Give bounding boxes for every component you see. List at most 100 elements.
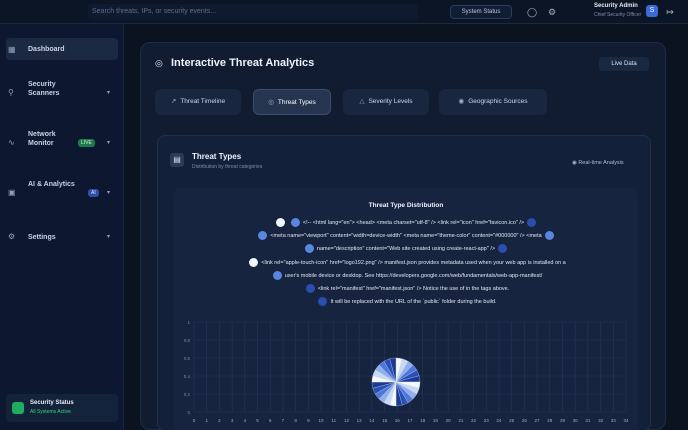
x-tick-label: 24 xyxy=(496,418,502,423)
card-subtitle: Distribution by threat categories xyxy=(192,164,263,170)
x-tick-label: 13 xyxy=(357,418,363,423)
sidebar-item-label: Dashboard xyxy=(28,46,65,53)
tab-geographic-sources[interactable]: ◉ Geographic Sources xyxy=(439,89,547,115)
sidebar: ▦ Dashboard ⚲ Security Scanners ▾ ∿ Netw… xyxy=(0,24,124,430)
globe-icon: ◉ xyxy=(458,98,465,105)
realtime-analysis-label: ◉ Real-time Analysis xyxy=(572,160,624,166)
y-tick-label: 0.4 xyxy=(184,374,191,379)
search-icon: ⚲ xyxy=(8,88,14,97)
chevron-down-icon[interactable]: ▾ xyxy=(107,89,110,96)
gear-icon[interactable]: ⚙ xyxy=(546,6,558,18)
warning-icon: △ xyxy=(359,98,365,105)
sidebar-item-security-scanners[interactable]: ⚲ Security Scanners ▾ xyxy=(6,78,118,106)
sidebar-item-label: Network Monitor xyxy=(28,131,56,147)
chevron-down-icon[interactable]: ▾ xyxy=(107,233,110,240)
tab-threat-timeline[interactable]: ↗ Threat Timeline xyxy=(155,89,241,115)
target-icon: ◎ xyxy=(155,58,163,68)
trend-icon: ↗ xyxy=(170,98,177,105)
x-tick-label: 16 xyxy=(395,418,401,423)
x-tick-label: 11 xyxy=(331,418,336,423)
tab-label: Threat Timeline xyxy=(180,98,226,105)
x-tick-label: 7 xyxy=(282,418,285,423)
tab-label: Severity Levels xyxy=(368,98,413,105)
card-title: Threat Types xyxy=(192,152,242,161)
security-status-sub: All Systems Active xyxy=(30,409,71,415)
x-tick-label: 33 xyxy=(611,418,617,423)
threat-analytics-panel: ◎ Interactive Threat Analytics Live Data… xyxy=(140,42,666,430)
x-tick-label: 0 xyxy=(193,418,196,423)
y-tick-label: 0 xyxy=(187,410,190,415)
x-tick-label: 31 xyxy=(585,418,591,423)
x-tick-label: 4 xyxy=(244,418,247,423)
user-role: Chief Security Officer xyxy=(594,12,642,18)
bell-icon[interactable]: ◯ xyxy=(526,6,538,18)
sidebar-item-ai-analytics[interactable]: ▣ AI & Analytics AI ▾ xyxy=(6,178,118,206)
shield-icon xyxy=(12,402,24,414)
x-tick-label: 10 xyxy=(319,418,325,423)
threat-types-card: ▤ Threat Types Distribution by threat ca… xyxy=(157,135,651,430)
y-tick-label: 0.6 xyxy=(184,356,191,361)
y-tick-label: 0.2 xyxy=(184,392,191,397)
security-status-card: Security Status All Systems Active xyxy=(6,394,118,422)
threat-type-chart: Threat Type Distribution <!-- <html lang… xyxy=(174,188,638,430)
live-badge: LIVE xyxy=(78,139,95,147)
x-tick-label: 32 xyxy=(598,418,604,423)
x-tick-label: 26 xyxy=(522,418,528,423)
realtime-analysis-text: Real-time Analysis xyxy=(578,160,624,166)
dashboard-icon: ▦ xyxy=(8,45,16,54)
x-tick-label: 30 xyxy=(573,418,579,423)
ai-badge: AI xyxy=(88,189,99,197)
x-tick-label: 27 xyxy=(535,418,541,423)
avatar[interactable]: S xyxy=(646,5,658,17)
sidebar-item-label: AI & Analytics xyxy=(28,181,75,188)
x-tick-label: 23 xyxy=(484,418,490,423)
x-tick-label: 6 xyxy=(269,418,272,423)
chevron-down-icon[interactable]: ▾ xyxy=(107,139,110,146)
x-tick-label: 2 xyxy=(218,418,221,423)
y-tick-label: 1 xyxy=(187,320,190,325)
x-tick-label: 20 xyxy=(446,418,452,423)
live-data-button[interactable]: Live Data xyxy=(599,57,649,71)
tab-label: Geographic Sources xyxy=(468,98,528,105)
x-tick-label: 25 xyxy=(509,418,515,423)
sidebar-item-label: Security Scanners xyxy=(28,81,60,97)
sidebar-item-dashboard[interactable]: ▦ Dashboard xyxy=(6,38,118,60)
x-tick-label: 29 xyxy=(560,418,566,423)
x-tick-label: 9 xyxy=(307,418,310,423)
x-tick-label: 14 xyxy=(369,418,375,423)
document-icon: ▤ xyxy=(170,153,184,167)
x-tick-label: 1 xyxy=(205,418,208,423)
x-tick-label: 12 xyxy=(344,418,350,423)
x-tick-label: 15 xyxy=(382,418,388,423)
system-status-button[interactable]: System Status xyxy=(450,5,512,19)
y-tick-label: 0.8 xyxy=(184,338,191,343)
chart-canvas: 10.80.60.40.200 1 2 3 4 5 6 7 8 9 10 11 12 13 14 15 16 17… xyxy=(184,320,629,423)
x-tick-label: 8 xyxy=(294,418,297,423)
x-tick-label: 18 xyxy=(420,418,426,423)
tab-label: Threat Types xyxy=(277,99,316,106)
wave-icon: ∿ xyxy=(8,138,15,147)
chevron-down-icon[interactable]: ▾ xyxy=(107,189,110,196)
user-name: Security Admin xyxy=(594,3,638,9)
target-icon: ◎ xyxy=(268,99,274,106)
x-tick-label: 22 xyxy=(471,418,477,423)
sidebar-item-network-monitor[interactable]: ∿ Network Monitor LIVE ▾ xyxy=(6,128,118,156)
sidebar-item-label: Settings xyxy=(28,234,56,241)
tab-threat-types[interactable]: ◎ Threat Types xyxy=(253,89,331,115)
search-input[interactable]: Search threats, IPs, or security events.… xyxy=(88,4,418,20)
gear-icon: ⚙ xyxy=(8,232,16,241)
tab-severity-levels[interactable]: △ Severity Levels xyxy=(343,89,429,115)
x-tick-label: 17 xyxy=(407,418,413,423)
x-tick-label: 28 xyxy=(547,418,553,423)
panel-title: Interactive Threat Analytics xyxy=(171,57,315,69)
top-bar: Search threats, IPs, or security events.… xyxy=(0,0,688,24)
sidebar-item-settings[interactable]: ⚙ Settings ▾ xyxy=(6,228,118,246)
security-status-title: Security Status xyxy=(30,400,74,406)
chip-icon: ▣ xyxy=(8,188,16,197)
x-tick-label: 5 xyxy=(256,418,259,423)
x-tick-label: 34 xyxy=(623,418,629,423)
logout-icon[interactable]: ↦ xyxy=(664,6,676,18)
x-tick-label: 3 xyxy=(231,418,234,423)
x-tick-label: 19 xyxy=(433,418,439,423)
x-tick-label: 21 xyxy=(458,418,464,423)
